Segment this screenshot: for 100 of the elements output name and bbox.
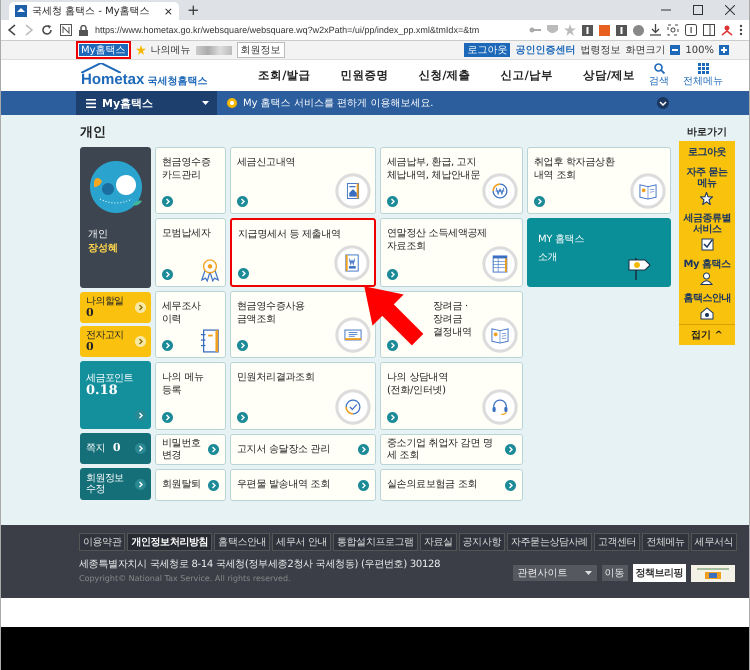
policy-briefing-banner[interactable]: 정책브리핑 [632,564,686,582]
nav-menu-item[interactable]: 상담/제보 [582,68,635,83]
open-book-icon [630,173,666,209]
quick-menu-item[interactable]: 홈택스안내 [683,293,731,304]
menu-tile[interactable]: 모범납세자 [155,218,226,287]
my-hometax-button[interactable]: My홈택스 [76,41,131,59]
sidebar-icon[interactable] [703,24,715,36]
fold-button[interactable]: 접기 ^ [679,324,735,344]
footer-link[interactable]: 세무서식 [690,533,738,551]
browser-tab[interactable]: 국세청 홈택스 - My홈택스 × [9,2,179,20]
logo-subtitle: 국세청홈택스 [147,75,208,88]
maximize-icon[interactable] [693,5,703,15]
quick-menu-item[interactable]: 세금종류별 서비스 [683,212,731,236]
menu-tile[interactable]: 회원탈퇴 [155,469,226,501]
menu-tile[interactable]: 나의 메뉴 등록 [155,362,226,430]
bookmark-star-icon[interactable] [564,24,576,36]
menu-tile[interactable]: 실손의료보험금 조회 [380,469,523,501]
zoom-out-button[interactable] [670,45,680,55]
more-icon[interactable] [739,24,743,36]
star-icon[interactable] [700,192,714,204]
extension-icon[interactable] [582,24,593,36]
person-icon[interactable] [700,272,714,285]
close-tab-button[interactable]: × [164,4,173,18]
footer-link[interactable]: 개인정보처리방침 [127,533,212,551]
footer-link[interactable]: 자주묻는상담사례 [507,533,592,551]
grid-menu-icon[interactable] [698,63,708,74]
quick-menu-item[interactable]: 자주 묻는 메뉴 [686,166,728,190]
menu-icon[interactable] [86,98,96,108]
go-icon [237,340,248,351]
menu-tile[interactable]: 지급명세서 등 제출내역 [230,218,376,287]
my-menu-link[interactable]: 나의메뉴 [150,43,191,57]
footer-link[interactable]: 이용약관 [79,533,126,551]
won-document-icon [334,245,370,281]
logout-button[interactable]: 로그아웃 [464,43,510,57]
menu-tile[interactable]: 현금영수증사용 금액조회 [230,291,376,358]
go-icon [358,444,369,455]
menu-tile[interactable]: 우편물 발송내역 조회 [230,469,376,501]
footer-link[interactable]: 통합설치프로그램 [333,533,418,551]
reload-icon[interactable] [41,24,53,36]
hometax-logo[interactable]: Hometax [81,71,144,88]
user-type: 개인 [88,228,108,241]
menu-tile[interactable]: 취업후 학자금상환 내역 조회 [527,147,671,214]
back-icon[interactable] [7,24,17,36]
todo-card[interactable]: 전자고지 0 [80,326,151,357]
nav-menu-item[interactable]: 조회/발급 [258,68,310,83]
quick-menu-item[interactable]: 로그아웃 [688,147,726,158]
capture-icon[interactable] [667,24,679,36]
go-icon [387,269,398,280]
menu-tile[interactable]: 현금영수증 카드관리 [155,147,226,214]
menu-tile[interactable]: 고지서 송달장소 관리 [230,434,376,465]
menu-tile[interactable]: 비밀번호 변경 [155,434,226,465]
points-card[interactable]: 세금포인트 0.18 [80,361,151,429]
law-info-link[interactable]: 법령정보 [580,43,620,57]
todo-card[interactable]: 나의할일 0 [80,292,151,323]
go-icon [162,412,173,423]
intro-tile[interactable]: MY 홈택스 소개 [527,218,671,287]
footer-link[interactable]: 세무서 안내 [272,533,332,551]
menu-tile[interactable]: 나의 상담내역 (전화/인터넷) [380,362,523,430]
footer-link[interactable]: 홈택스안내 [214,533,270,551]
menu-tile[interactable]: 연말정산 소득세액공제 자료조회 [380,218,523,287]
member-info-button[interactable]: 회원정보 [236,42,285,58]
footer-link[interactable]: 고객센터 [594,533,640,551]
extension-icon[interactable] [616,24,627,36]
menu-tile[interactable]: 세금신고내역 [230,147,376,214]
footer-link[interactable]: 자료실 [420,533,457,551]
zoom-in-button[interactable] [719,45,729,55]
expand-icon[interactable] [657,97,669,109]
menu-tile[interactable]: 세금납부, 환급, 고지 체납내역, 체납안내문 [380,147,523,214]
page-icon[interactable] [60,24,72,36]
member-card[interactable]: 회원정보 수정 [80,468,151,500]
download-icon[interactable] [650,24,661,36]
search-link[interactable]: 검색 [649,74,669,88]
go-button[interactable]: 이동 [602,565,628,581]
cert-center-link[interactable]: 공인인증센터 [515,43,576,57]
new-tab-button[interactable]: + [187,2,200,18]
extension-icon[interactable] [685,24,697,36]
notice-message: My 홈택스 서비스를 편하게 이용해보세요. [243,97,434,110]
related-sites-select[interactable]: 관련사이트 [512,565,596,581]
footer-link[interactable]: 전체메뉴 [642,533,689,551]
nav-menu-item[interactable]: 신고/납부 [500,68,553,83]
caret-icon[interactable] [202,101,209,105]
close-icon[interactable] [725,5,735,15]
go-icon [237,196,248,207]
footer-link[interactable]: 공지사항 [458,533,506,551]
nav-menu-item[interactable]: 신청/제출 [418,68,471,83]
search-icon[interactable] [654,63,664,74]
checkbox-icon[interactable] [700,238,714,250]
menu-tile[interactable]: 민원처리결과조회 [230,362,376,430]
quick-menu-item[interactable]: My 홈택스 [684,258,730,270]
banner-logo-icon[interactable] [691,564,735,582]
extension-icon[interactable] [721,24,733,36]
house-icon[interactable] [700,306,714,320]
menu-tile[interactable]: 중소기업 취업자 감면 명세 조회 [380,434,523,465]
message-card[interactable]: 쪽지 0 [80,433,151,464]
nav-menu-item[interactable]: 민원증명 [340,68,388,83]
menu-tile[interactable]: 세무조사 이력 [155,291,226,358]
go-icon [135,302,146,313]
go-icon [387,340,398,351]
all-menu-link[interactable]: 전체메뉴 [683,74,723,88]
address-field[interactable]: https://www.hometax.go.kr/websquare/websquare.wq?w2xPath=/ui/pp/index_pp.xml&tmIdx=&tm [95,25,480,35]
